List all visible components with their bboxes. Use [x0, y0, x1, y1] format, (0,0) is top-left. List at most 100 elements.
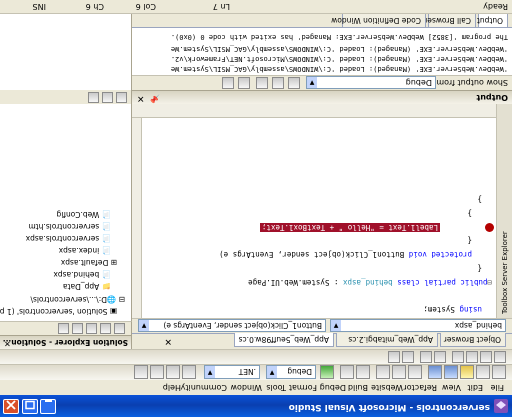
start-debugging-icon[interactable] — [320, 365, 334, 379]
properties-grid[interactable] — [0, 14, 132, 90]
tree-servercontrols-aspx[interactable]: 📄 servercontrols.aspx — [26, 234, 111, 243]
comment-icon[interactable] — [434, 351, 446, 363]
menu-website[interactable]: Website — [371, 383, 403, 392]
menu-edit[interactable]: Edit — [468, 383, 484, 392]
alphabetical-icon[interactable] — [102, 92, 113, 103]
properties-toolbar — [0, 90, 132, 104]
previous-message-icon[interactable] — [272, 77, 284, 89]
tree-solution[interactable]: ▣ Solution 'servercontrols' (1 project) — [0, 307, 117, 316]
cut-icon[interactable] — [408, 365, 422, 379]
tree-default-aspx[interactable]: ⊞ Default.aspx — [61, 258, 117, 267]
tree-behind-aspx[interactable]: 📄 behind.aspx — [53, 270, 111, 279]
solution-configuration-select[interactable]: Debug ▼ — [266, 365, 316, 379]
menu-view[interactable]: View — [442, 383, 461, 392]
maximize-icon — [25, 400, 35, 410]
menu-format[interactable]: Format — [289, 383, 317, 392]
keyword: using — [459, 305, 482, 314]
close-document-icon[interactable]: ✕ — [164, 336, 172, 346]
code-line-8: } — [477, 195, 482, 204]
file-icon: 📄 — [101, 210, 111, 219]
add-item-icon[interactable] — [476, 365, 490, 379]
tab-call-browser[interactable]: Call Browser — [424, 13, 476, 27]
events-icon[interactable] — [88, 92, 99, 103]
breakpoint-icon[interactable] — [485, 223, 494, 232]
tab-web-default-aspx-cs[interactable]: App_Web_mitabgi.2.cs — [336, 333, 438, 347]
next-bookmark-icon[interactable] — [388, 351, 400, 363]
bookmark-icon[interactable] — [402, 351, 414, 363]
copy-icon[interactable] — [392, 365, 406, 379]
code-text: : System.Web.UI.Page — [248, 278, 339, 287]
menu-file[interactable]: File — [491, 383, 504, 392]
menu-build[interactable]: Build — [348, 383, 368, 392]
view-code-icon[interactable] — [72, 323, 83, 334]
minus-icon: ⊟ — [118, 295, 125, 304]
word-wrap-icon[interactable] — [222, 77, 234, 89]
new-project-icon[interactable] — [492, 365, 506, 379]
tree-app-data[interactable]: 📁 App_Data — [63, 282, 111, 291]
solution-platform-select[interactable]: .NET ▼ — [204, 365, 260, 379]
menu-help[interactable]: Help — [163, 383, 181, 392]
code-editor[interactable]: using System; ⊟public partial class behi… — [132, 118, 496, 318]
output-source-select[interactable]: Debug ▼ — [306, 76, 436, 89]
properties-icon[interactable] — [150, 365, 164, 379]
tab-web-mitab[interactable]: App_Web_5euff98w.0.cs — [234, 333, 334, 347]
editor-horizontal-scrollbar[interactable] — [132, 104, 496, 118]
tab-label: App_Web_mitabgi.2.cs — [348, 335, 433, 344]
open-file-icon[interactable] — [460, 365, 474, 379]
categorized-icon[interactable] — [116, 92, 127, 103]
minimize-button[interactable] — [40, 399, 56, 414]
show-output-from-label: Show output from: — [433, 78, 508, 87]
view-designer-icon[interactable] — [58, 323, 69, 334]
tree-label: D:\...\servercontrols\ — [30, 295, 107, 304]
clear-all-icon[interactable] — [238, 77, 250, 89]
quick-info-icon[interactable] — [466, 351, 478, 363]
menu-window[interactable]: Window — [230, 383, 262, 392]
menu-refactor[interactable]: Refactor — [403, 383, 437, 392]
close-icon[interactable]: ✕ — [137, 93, 145, 103]
undo-icon[interactable] — [356, 365, 370, 379]
toolbox-icon[interactable] — [134, 365, 148, 379]
status-line: Ln 7 — [212, 2, 230, 11]
solution-explorer-icon[interactable] — [166, 365, 180, 379]
nest-related-files-icon[interactable] — [86, 323, 97, 334]
tree-index-aspx[interactable]: 📄 index.aspx — [59, 246, 111, 255]
output-title: Output — [476, 93, 508, 102]
maximize-button[interactable] — [22, 399, 38, 414]
tab-code-definition-window[interactable]: Code Definition Window — [331, 13, 426, 27]
properties-icon[interactable] — [114, 323, 125, 334]
side-strip-label[interactable]: Toolbox Server Explorer — [501, 231, 509, 314]
editor-vertical-scrollbar[interactable] — [132, 118, 142, 318]
member-select[interactable]: Button1_Click(object sender, EventArgs e… — [138, 319, 326, 332]
text-editor-toolbar — [0, 349, 512, 364]
pin-icon[interactable]: 📌 — [150, 94, 160, 103]
complete-word-icon[interactable] — [452, 351, 464, 363]
redo-icon[interactable] — [340, 365, 354, 379]
tab-output[interactable]: Output — [477, 13, 508, 27]
display-object-member-list-icon[interactable] — [494, 351, 506, 363]
refresh-icon[interactable] — [100, 323, 111, 334]
menu-community[interactable]: Community — [181, 383, 227, 392]
output-text-area[interactable]: 'WebDev.WebServer.EXE' (Managed): Loaded… — [132, 28, 512, 75]
app-icon — [494, 399, 508, 413]
tree-website[interactable]: ⊟ 🌐D:\...\servercontrols\ — [30, 295, 125, 304]
class-select[interactable]: behind_aspx ▼ — [330, 319, 506, 332]
paste-icon[interactable] — [376, 365, 390, 379]
save-icon[interactable] — [444, 365, 458, 379]
close-icon[interactable]: ✕ — [4, 339, 11, 348]
tree-servercontrols-htm[interactable]: 📄 servercontrols.htm — [28, 222, 111, 231]
uncomment-icon[interactable] — [420, 351, 432, 363]
tab-object-browser[interactable]: Object Browser — [440, 333, 506, 347]
output-line: 'WebDev.WebServer.EXE' (Managed): Loaded… — [170, 45, 508, 53]
tree-web-config[interactable]: 📄 Web.Config — [56, 210, 111, 219]
menu-debug[interactable]: Debug — [320, 383, 346, 392]
find-icon[interactable] — [182, 365, 196, 379]
output-line: The program '[3852] WebDev.WebServer.EXE… — [170, 33, 508, 41]
parameter-info-icon[interactable] — [480, 351, 492, 363]
save-all-icon[interactable] — [428, 365, 442, 379]
next-message-icon[interactable] — [256, 77, 268, 89]
title-bar[interactable]: servercontrols - Microsoft Visual Studio — [0, 395, 512, 417]
close-button[interactable] — [3, 399, 19, 414]
menu-tools[interactable]: Tools — [266, 383, 286, 392]
standard-toolbar: Debug ▼ .NET ▼ — [0, 364, 512, 380]
find-message-icon[interactable] — [288, 77, 300, 89]
